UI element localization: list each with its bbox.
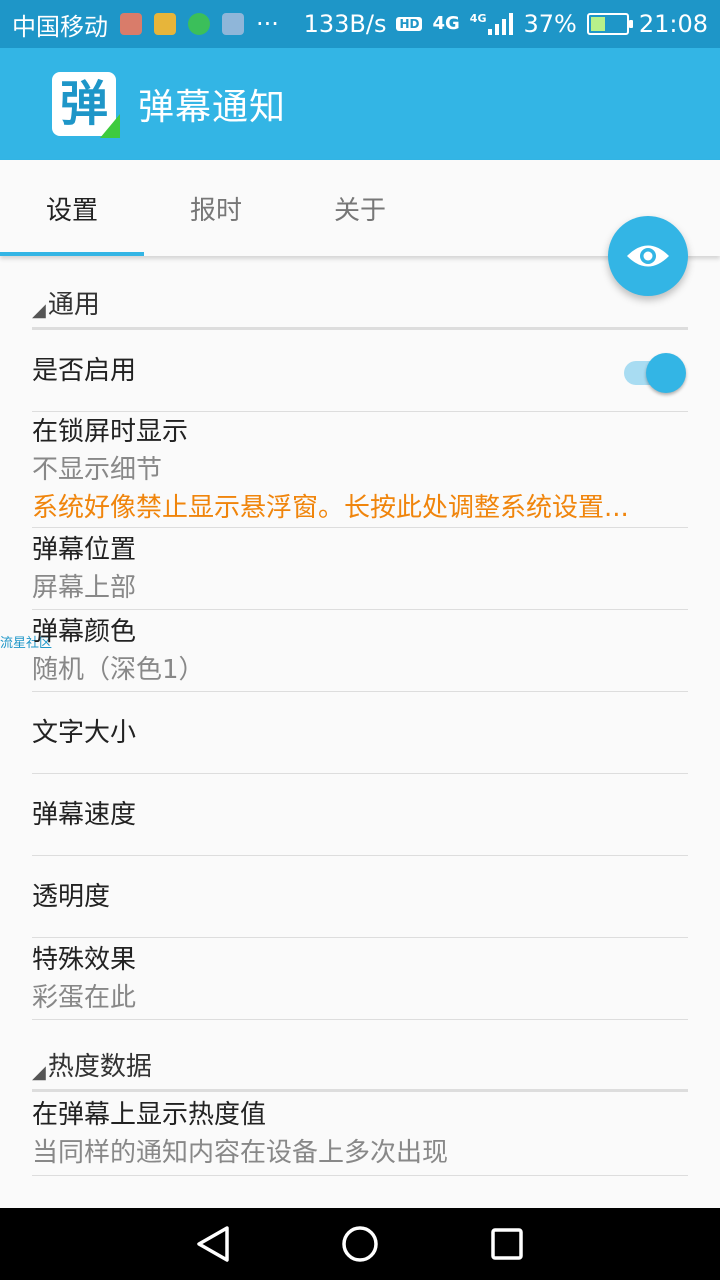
pref-enable[interactable]: 是否启用 — [32, 330, 688, 412]
pref-lockscreen[interactable]: 在锁屏时显示 不显示细节 系统好像禁止显示悬浮窗。长按此处调整系统设置... — [32, 412, 688, 528]
pref-show-heat[interactable]: 在弹幕上显示热度值 当同样的通知内容在设备上多次出现 — [32, 1092, 688, 1176]
carrier-label: 中国移动 — [12, 12, 108, 41]
pref-title: 弹幕颜色 — [32, 616, 137, 647]
home-circle-icon — [342, 1226, 378, 1262]
image-notification-icon — [222, 13, 244, 35]
battery-fill — [590, 17, 605, 31]
section-title: 通用 — [47, 290, 100, 320]
recents-button[interactable] — [483, 1220, 531, 1268]
pref-title: 特殊效果 — [32, 944, 137, 975]
pref-summary: 屏幕上部 — [32, 572, 137, 603]
pref-summary: 随机（深色1） — [32, 654, 205, 685]
pref-title: 透明度 — [32, 881, 111, 912]
pref-speed[interactable]: 弹幕速度 — [32, 774, 688, 856]
overlay-permission-warning[interactable]: 系统好像禁止显示悬浮窗。长按此处调整系统设置... — [32, 489, 688, 527]
more-notifications-icon: ··· — [256, 10, 279, 38]
pref-title: 在弹幕上显示热度值 — [32, 1099, 267, 1130]
pref-color[interactable]: 弹幕颜色 随机（深色1） — [32, 610, 688, 692]
tab-settings[interactable]: 设置 — [0, 160, 144, 256]
enable-switch[interactable] — [622, 351, 688, 393]
pref-summary: 彩蛋在此 — [32, 982, 137, 1013]
status-bar: 中国移动 ··· 133B/s HD 4G 4G 37% 21:08 — [0, 0, 720, 48]
expand-triangle-icon: ◢ — [32, 300, 46, 321]
pref-title: 在锁屏时显示 — [32, 416, 189, 447]
navigation-bar — [0, 1208, 720, 1280]
signal-4g-label: 4G — [469, 12, 487, 25]
section-header-heat: ◢ 热度数据 — [32, 1020, 688, 1092]
pref-summary: 当同样的通知内容在设备上多次出现 — [32, 1137, 449, 1168]
section-header-general: ◢ 通用 — [32, 256, 688, 330]
wechat-notification-icon — [188, 13, 210, 35]
pref-title: 是否启用 — [32, 355, 137, 386]
app-logo-icon: 弹 — [52, 72, 120, 138]
network-type-4g: 4G — [432, 13, 460, 34]
eye-icon — [627, 245, 669, 267]
settings-list: ◢ 通用 是否启用 在锁屏时显示 不显示细节 系统好像禁止显示悬浮窗。长按此处调… — [32, 256, 688, 1176]
hd-badge: HD — [396, 17, 423, 31]
signal-icon: 4G — [470, 13, 514, 35]
app-notification-icon — [154, 13, 176, 35]
back-button[interactable] — [189, 1220, 237, 1268]
expand-triangle-icon: ◢ — [32, 1062, 46, 1083]
home-button[interactable] — [336, 1220, 384, 1268]
preview-fab-button[interactable] — [608, 216, 688, 296]
section-title: 热度数据 — [47, 1052, 152, 1082]
recents-square-icon — [490, 1228, 523, 1260]
pref-opacity[interactable]: 透明度 — [32, 856, 688, 938]
pref-title: 文字大小 — [32, 717, 137, 748]
pref-title: 弹幕位置 — [32, 534, 137, 565]
battery-percent: 37% — [523, 10, 577, 38]
pref-summary: 不显示细节 — [32, 454, 163, 485]
mail-notification-icon — [120, 13, 142, 35]
battery-icon — [586, 13, 633, 35]
network-speed: 133B/s — [303, 10, 387, 38]
tab-time-announce[interactable]: 报时 — [144, 160, 288, 256]
pref-title: 弹幕速度 — [32, 799, 137, 830]
clock: 21:08 — [638, 10, 708, 38]
pref-effects[interactable]: 特殊效果 彩蛋在此 — [32, 938, 688, 1020]
pref-position[interactable]: 弹幕位置 屏幕上部 — [32, 528, 688, 610]
app-title: 弹幕通知 — [138, 87, 287, 128]
back-triangle-icon — [197, 1226, 230, 1262]
pref-text-size[interactable]: 文字大小 — [32, 692, 688, 774]
app-bar: 弹 弹幕通知 — [0, 48, 720, 160]
tab-about[interactable]: 关于 — [288, 160, 432, 256]
